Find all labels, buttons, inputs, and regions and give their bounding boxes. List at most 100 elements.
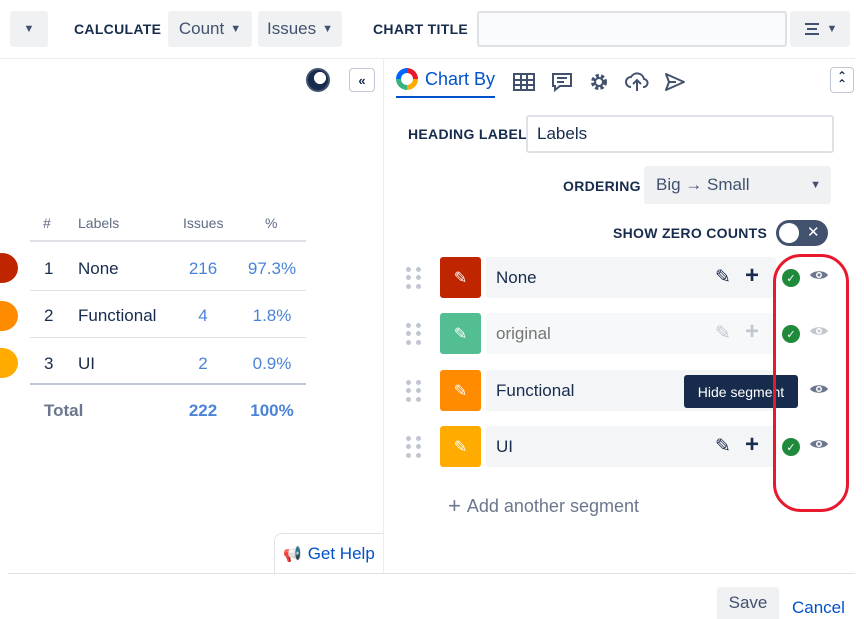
table-row-label: Functional <box>78 306 157 325</box>
add-segment-label: Add another segment <box>466 495 639 516</box>
segment-name: UI <box>496 436 513 456</box>
table-total-pct: 100% <box>250 401 294 420</box>
get-help-button[interactable]: 📢 Get Help <box>274 533 384 573</box>
cancel-button[interactable]: Cancel <box>792 598 845 618</box>
pencil-icon[interactable]: ✎ <box>715 322 731 345</box>
eyedropper-icon: ✎ <box>453 438 468 456</box>
eyedropper-icon: ✎ <box>453 269 468 287</box>
ordering-caption: ORDERING <box>563 178 641 194</box>
plus-icon[interactable]: + <box>745 318 759 346</box>
collapse-panel-button[interactable]: ⌃ ⌃ <box>830 67 854 93</box>
tooltip-text: Hide segment <box>697 383 785 400</box>
chart-title-label: CHART TITLE <box>373 21 469 37</box>
table-row-label: None <box>78 259 119 278</box>
close-icon: ✕ <box>807 224 820 241</box>
segment-name-field[interactable]: UI <box>486 426 776 467</box>
theme-toggle-icon[interactable] <box>306 68 330 92</box>
heading-label-caption: HEADING LABEL <box>408 126 528 142</box>
align-dropdown-button[interactable]: ▼ <box>790 11 850 47</box>
megaphone-icon: 📢 <box>283 545 302 563</box>
pencil-icon[interactable]: ✎ <box>715 435 731 458</box>
ordering-select[interactable]: Big → Small ▼ <box>644 166 831 204</box>
count-select-value: Count <box>178 19 225 38</box>
table-total-divider <box>30 383 306 385</box>
col-header-issues: Issues <box>183 215 224 231</box>
table-row-divider <box>30 337 306 338</box>
plus-icon[interactable]: + <box>745 262 759 290</box>
cloud-upload-icon[interactable] <box>625 70 649 94</box>
col-header-pct: % <box>265 215 278 231</box>
drag-handle-icon[interactable] <box>406 323 422 345</box>
table-row-issues[interactable]: 216 <box>183 259 223 279</box>
tab-chart-by-label: Chart By <box>425 68 496 89</box>
legend-dot-ui <box>0 348 18 378</box>
send-icon[interactable] <box>663 70 687 94</box>
pencil-icon[interactable]: ✎ <box>715 266 731 289</box>
segment-color-swatch[interactable]: ✎ <box>440 426 481 467</box>
align-icon <box>804 23 819 35</box>
chevron-down-icon: ▼ <box>23 23 35 35</box>
table-icon[interactable] <box>512 70 536 94</box>
eyedropper-icon: ✎ <box>453 325 468 343</box>
segment-name-field[interactable]: None <box>486 257 776 298</box>
toggle-knob <box>779 223 799 243</box>
segment-name: None <box>496 267 537 287</box>
table-row-issues[interactable]: 4 <box>183 306 223 326</box>
legend-dot-none <box>0 253 18 283</box>
segment-color-swatch[interactable]: ✎ <box>440 257 481 298</box>
double-chevron-up-icon: ⌃ ⌃ <box>836 69 848 91</box>
count-select[interactable]: Count ▼ <box>168 11 252 47</box>
show-zero-toggle[interactable]: ✕ <box>776 220 828 246</box>
tab-chart-by[interactable]: Chart By <box>396 66 496 98</box>
ordering-select-value: Big → Small <box>656 175 750 194</box>
chevron-down-icon: ▼ <box>826 23 838 35</box>
red-highlight-annotation <box>773 254 849 512</box>
heading-label-input[interactable] <box>526 115 834 153</box>
collapse-left-button[interactable]: « <box>349 68 375 92</box>
footer-divider <box>8 573 855 574</box>
chevron-down-icon: ▼ <box>322 23 334 35</box>
table-row-pct[interactable]: 1.8% <box>244 306 300 326</box>
table-row-divider <box>30 290 306 291</box>
plus-icon: + <box>448 493 461 518</box>
eyedropper-icon: ✎ <box>453 382 468 400</box>
table-header-divider <box>30 240 306 242</box>
comment-icon[interactable] <box>550 70 574 94</box>
chart-title-input[interactable] <box>477 11 787 47</box>
show-zero-caption: SHOW ZERO COUNTS <box>613 225 768 241</box>
issues-select[interactable]: Issues ▼ <box>258 11 342 47</box>
plus-icon[interactable]: + <box>745 431 759 459</box>
add-segment-button[interactable]: + Add another segment <box>448 493 639 519</box>
chevron-down-icon: ▼ <box>230 23 242 35</box>
panel-divider <box>383 59 384 573</box>
drag-handle-icon[interactable] <box>406 380 422 402</box>
issues-select-value: Issues <box>266 19 317 38</box>
save-label: Save <box>728 593 768 612</box>
table-total-issues: 222 <box>188 401 218 420</box>
get-help-label: Get Help <box>307 543 375 563</box>
drag-handle-icon[interactable] <box>406 436 422 458</box>
col-header-num: # <box>43 215 51 231</box>
table-row-pct[interactable]: 97.3% <box>244 259 300 279</box>
table-row-num: 3 <box>44 354 54 373</box>
segment-color-swatch[interactable]: ✎ <box>440 313 481 354</box>
double-chevron-left-icon: « <box>358 72 366 88</box>
col-header-labels: Labels <box>78 215 120 231</box>
table-total-label: Total <box>44 401 84 420</box>
legend-dot-functional <box>0 301 18 331</box>
left-dropdown-button[interactable]: ▼ <box>10 11 48 47</box>
gear-icon[interactable] <box>587 70 611 94</box>
table-row-label: UI <box>78 354 95 373</box>
segment-color-swatch[interactable]: ✎ <box>440 370 481 411</box>
donut-chart-icon <box>396 68 418 90</box>
toolbar-divider <box>0 58 855 59</box>
table-row-issues[interactable]: 2 <box>183 354 223 374</box>
segment-name-field[interactable] <box>486 313 776 354</box>
segment-name: Functional <box>496 380 575 400</box>
chevron-down-icon: ▼ <box>810 179 821 191</box>
table-row-pct[interactable]: 0.9% <box>244 354 300 374</box>
drag-handle-icon[interactable] <box>406 267 422 289</box>
save-button[interactable]: Save <box>717 587 779 619</box>
table-row-num: 2 <box>44 306 54 325</box>
table-row-num: 1 <box>44 259 54 278</box>
